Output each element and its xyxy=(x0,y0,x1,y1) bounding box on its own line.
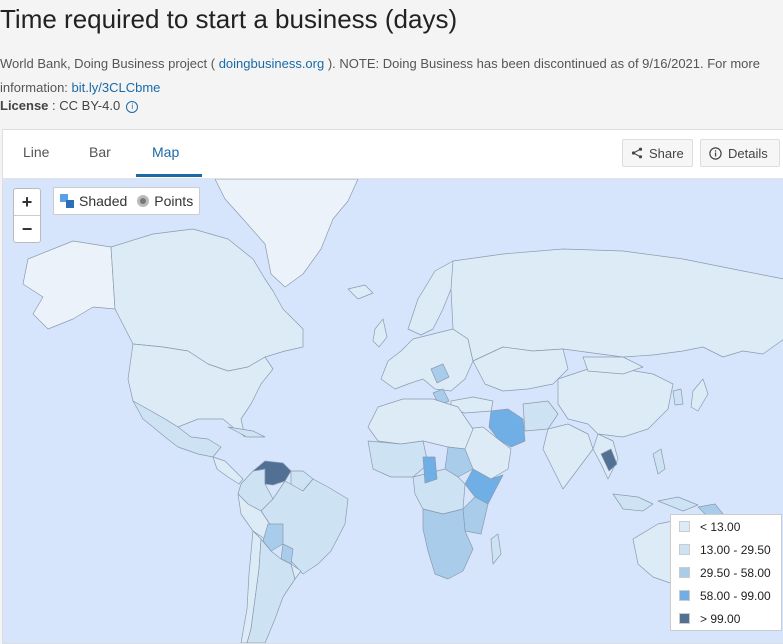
philippines[interactable] xyxy=(652,448,666,475)
mode-points-option[interactable]: Points xyxy=(137,193,193,209)
legend-swatch xyxy=(679,567,690,578)
share-button[interactable]: Share xyxy=(622,139,693,167)
legend-swatch xyxy=(679,613,690,624)
world-map[interactable]: + − Shaded Points < 13.00 13.00 - 29.50 … xyxy=(3,179,783,643)
legend-item: < 13.00 xyxy=(671,515,781,538)
info-link[interactable]: bit.ly/3CLCbme xyxy=(72,80,161,95)
details-label: Details xyxy=(728,145,768,161)
united-kingdom[interactable] xyxy=(372,318,388,348)
map-legend: < 13.00 13.00 - 29.50 29.50 - 58.00 58.0… xyxy=(670,514,782,631)
license-value: : CC BY-4.0 xyxy=(48,98,121,113)
zoom-out-button[interactable]: − xyxy=(14,215,40,242)
alaska[interactable] xyxy=(22,240,116,330)
active-tab-indicator xyxy=(136,174,202,177)
points-icon xyxy=(137,195,150,207)
cuba[interactable] xyxy=(227,426,266,438)
west-africa[interactable] xyxy=(367,440,429,478)
license: License : CC BY-4.0 i xyxy=(0,98,139,113)
legend-label: > 99.00 xyxy=(700,611,741,626)
legend-item: 13.00 - 29.50 xyxy=(671,538,781,561)
legend-item: 29.50 - 58.00 xyxy=(671,561,781,584)
info-icon[interactable]: i xyxy=(126,101,139,113)
info-circle-icon xyxy=(709,146,722,160)
view-tabs: Line Bar Map Share Details xyxy=(3,130,783,179)
source-prefix: World Bank, Doing Business project ( xyxy=(0,56,219,71)
share-icon xyxy=(631,147,643,159)
madagascar[interactable] xyxy=(490,533,502,565)
license-label: License xyxy=(0,98,49,113)
legend-label: 58.00 - 99.00 xyxy=(700,588,771,603)
indonesia[interactable] xyxy=(612,493,699,512)
china[interactable] xyxy=(557,368,674,438)
legend-label: 13.00 - 29.50 xyxy=(700,542,771,557)
korea[interactable] xyxy=(672,388,684,406)
doingbusiness-link[interactable]: doingbusiness.org xyxy=(219,56,325,71)
legend-item: > 99.00 xyxy=(671,607,781,630)
iceland[interactable] xyxy=(347,284,374,300)
afghanistan[interactable] xyxy=(522,400,559,432)
share-label: Share xyxy=(649,145,684,161)
map-canvas xyxy=(22,179,783,643)
legend-label: < 13.00 xyxy=(700,519,741,534)
tab-bar[interactable]: Bar xyxy=(89,144,111,160)
details-button[interactable]: Details xyxy=(700,139,780,167)
india[interactable] xyxy=(542,423,594,490)
east-africa[interactable] xyxy=(462,496,489,535)
congo[interactable] xyxy=(422,456,438,484)
mode-points-label: Points xyxy=(154,193,194,209)
source-text: World Bank, Doing Business project ( doi… xyxy=(0,52,783,100)
russia[interactable] xyxy=(450,248,783,362)
tab-line[interactable]: Line xyxy=(23,144,49,160)
europe[interactable] xyxy=(380,328,474,392)
legend-label: 29.50 - 58.00 xyxy=(700,565,771,580)
chart-panel: Line Bar Map Share Details + − Shaded Po… xyxy=(2,129,783,644)
mode-shaded-option[interactable]: Shaded xyxy=(60,193,127,209)
japan[interactable] xyxy=(690,378,709,412)
legend-swatch xyxy=(679,521,690,532)
central-america[interactable] xyxy=(212,456,244,485)
legend-item: 58.00 - 99.00 xyxy=(671,584,781,607)
zoom-controls: + − xyxy=(13,188,41,243)
map-mode-toggle: Shaded Points xyxy=(53,187,201,215)
shaded-icon xyxy=(60,194,74,208)
tab-map[interactable]: Map xyxy=(152,144,179,160)
legend-swatch xyxy=(679,544,690,555)
mode-shaded-label: Shaded xyxy=(79,193,128,209)
page-title: Time required to start a business (days) xyxy=(0,4,458,34)
legend-swatch xyxy=(679,590,690,601)
zoom-in-button[interactable]: + xyxy=(14,189,40,215)
